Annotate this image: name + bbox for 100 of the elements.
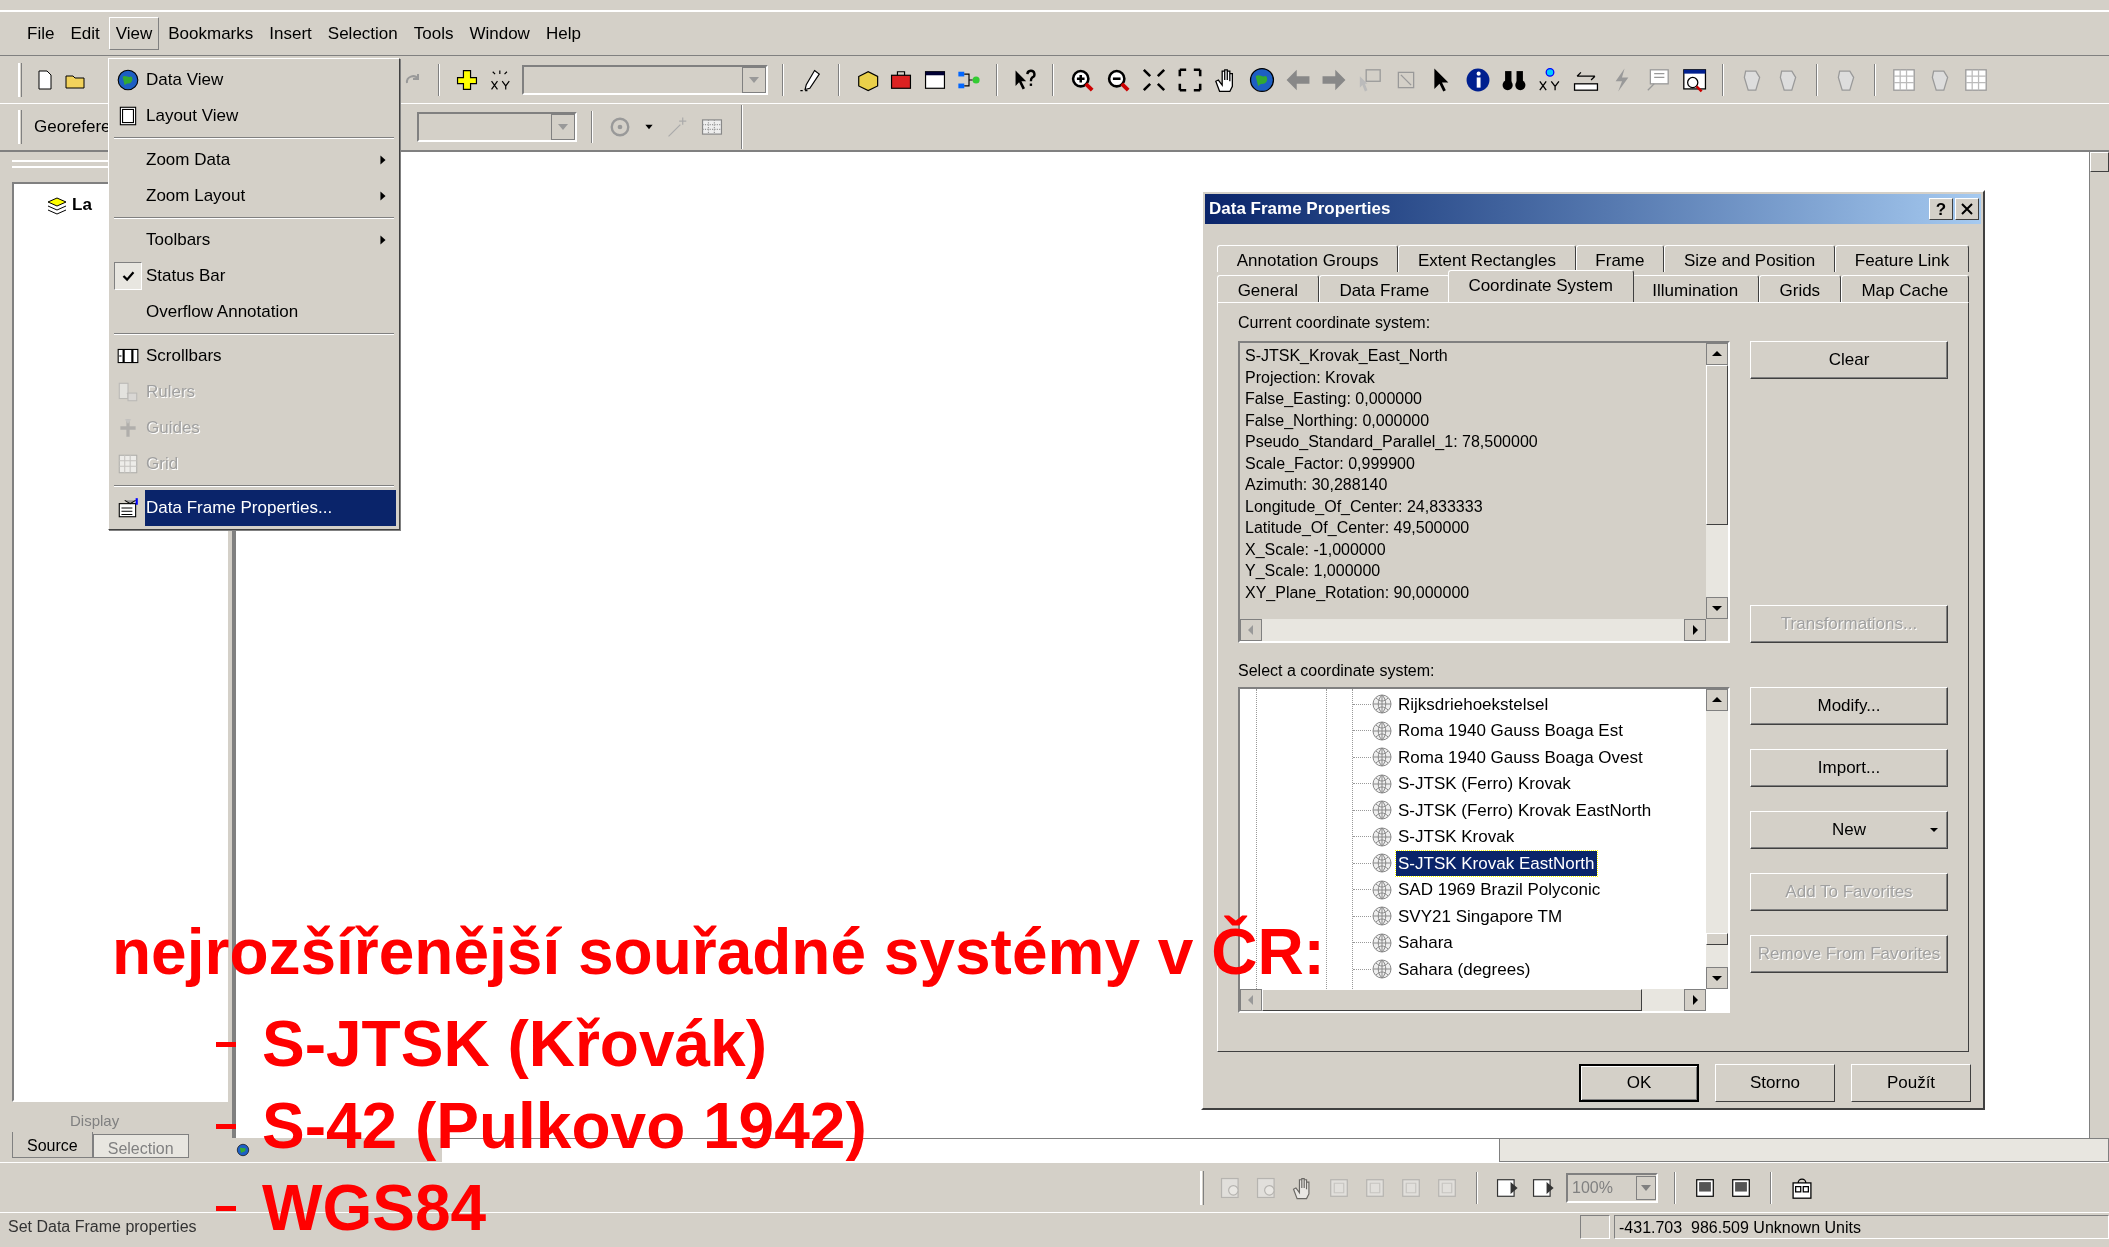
- tab[interactable]: Illumination: [1631, 275, 1759, 302]
- menu-item[interactable]: Scrollbars: [145, 338, 396, 374]
- coordinates-readout: -431.703 986.509 Unknown Units: [1614, 1215, 2109, 1239]
- details-line: Projection: Krovak: [1245, 367, 1376, 388]
- scroll-right-icon[interactable]: [1684, 619, 1706, 641]
- side-button[interactable]: Import...: [1750, 749, 1948, 787]
- tab[interactable]: Coordinate System: [1447, 270, 1634, 302]
- vertical-scrollbar[interactable]: [2089, 152, 2109, 1138]
- globe-icon[interactable]: [116, 68, 140, 92]
- details-line: Scale_Factor: 0,999900: [1245, 453, 1416, 474]
- menu-item[interactable]: Help: [538, 16, 588, 51]
- globe-icon[interactable]: [1248, 65, 1276, 94]
- side-button[interactable]: Modify...: [1750, 687, 1948, 725]
- menu-item[interactable]: Tools: [406, 16, 461, 51]
- bullet-dash: [216, 1206, 236, 1212]
- tree-item[interactable]: S-JTSK (Ferro) Krovak: [1396, 771, 1573, 797]
- tree-item[interactable]: Rijksdriehoekstelsel: [1396, 691, 1551, 717]
- bullet-dash: [216, 1124, 236, 1130]
- tree-item[interactable]: SVY21 Singapore TM: [1396, 903, 1565, 929]
- tree-item[interactable]: Roma 1940 Gauss Boaga Est: [1396, 718, 1625, 744]
- close-icon: [1961, 203, 1973, 215]
- caret-icon: [1929, 827, 1939, 833]
- tab[interactable]: General: [1217, 275, 1319, 302]
- tab[interactable]: Feature Link: [1835, 245, 1969, 272]
- properties-icon[interactable]: [116, 496, 140, 520]
- dialog-title: Data Frame Properties: [1209, 198, 1391, 221]
- menu-item[interactable]: Selection: [320, 16, 405, 51]
- tab[interactable]: Frame: [1575, 245, 1665, 272]
- scroll-left-icon[interactable]: [1240, 989, 1262, 1011]
- menu-item[interactable]: File: [20, 16, 62, 51]
- details-line: Latitude_Of_Center: 49,500000: [1245, 518, 1471, 538]
- scrollbar-thumb[interactable]: [1706, 933, 1728, 945]
- scrollbar-thumb[interactable]: [1706, 365, 1728, 525]
- tab[interactable]: Annotation Groups: [1217, 245, 1399, 272]
- close-button[interactable]: [1955, 198, 1979, 220]
- clear-button[interactable]: Clear: [1750, 341, 1948, 379]
- menu-item[interactable]: Zoom Layout: [145, 178, 396, 214]
- layer-label[interactable]: La: [72, 192, 92, 218]
- details-line: False_Easting: 0,000000: [1245, 389, 1423, 409]
- vertical-scrollbar[interactable]: [1706, 343, 1728, 619]
- tree-item[interactable]: S-JTSK (Ferro) Krovak EastNorth: [1396, 797, 1654, 823]
- tab[interactable]: Source: [12, 1132, 93, 1158]
- menu-item[interactable]: Overflow Annotation: [145, 294, 396, 330]
- slide-heading: nejrozšířenější souřadné systémy v ČR:: [112, 914, 1325, 990]
- field-label: Select a coordinate system:: [1238, 661, 1436, 681]
- details-line: Azimuth: 30,288140: [1245, 475, 1389, 495]
- globe-icon: [1371, 693, 1393, 716]
- menu-item[interactable]: Data Frame Properties...: [145, 490, 396, 526]
- dropdown-button[interactable]: New: [1750, 811, 1948, 849]
- menu-item[interactable]: Data View: [145, 62, 396, 98]
- globe-icon: [1371, 852, 1393, 875]
- help-button[interactable]: ?: [1929, 198, 1953, 220]
- globe-icon: [1371, 931, 1393, 954]
- tree-item[interactable]: S-JTSK Krovak EastNorth: [1396, 850, 1597, 876]
- scale-combo-box[interactable]: [522, 64, 768, 95]
- scrollbar-thumb[interactable]: [1262, 989, 1642, 1011]
- bullet-dash: [216, 1042, 236, 1048]
- layer-combo-box[interactable]: [416, 112, 577, 142]
- dialog-button[interactable]: Použít: [1851, 1064, 1971, 1102]
- scroll-up-icon[interactable]: [1706, 343, 1728, 365]
- menu-item[interactable]: Toolbars: [145, 222, 396, 258]
- tree-item[interactable]: S-JTSK Krovak: [1396, 824, 1517, 850]
- horizontal-scrollbar[interactable]: [1240, 989, 1706, 1011]
- tree-item[interactable]: Roma 1940 Gauss Boaga Ovest: [1396, 744, 1645, 770]
- tab[interactable]: Grids: [1758, 275, 1841, 302]
- menu-item[interactable]: Layout View: [145, 98, 396, 134]
- horizontal-scrollbar[interactable]: [1240, 619, 1706, 641]
- scroll-down-icon[interactable]: [1706, 597, 1728, 619]
- menu-item[interactable]: Insert: [262, 16, 319, 51]
- tab[interactable]: Map Cache: [1840, 275, 1969, 302]
- scroll-left-icon[interactable]: [1240, 619, 1262, 641]
- menu-item[interactable]: Window: [462, 16, 537, 51]
- panel-label: Display: [70, 1110, 120, 1131]
- details-line: Y_Scale: 1,000000: [1245, 561, 1382, 581]
- menu-item[interactable]: Status Bar: [145, 258, 396, 294]
- tree-item[interactable]: Sahara: [1396, 930, 1455, 956]
- scroll-right-icon[interactable]: [1684, 989, 1706, 1011]
- menu-item[interactable]: Bookmarks: [161, 16, 261, 51]
- bullet-text: S-JTSK (Křovák): [262, 1008, 767, 1082]
- tree-item[interactable]: Sahara (degrees): [1396, 956, 1533, 982]
- tab[interactable]: Extent Rectangles: [1398, 245, 1576, 272]
- tab[interactable]: Data Frame: [1318, 275, 1450, 302]
- details-line: False_Northing: 0,000000: [1245, 410, 1431, 431]
- status-panel: [1580, 1215, 1610, 1239]
- scroll-up-icon[interactable]: [1706, 689, 1728, 711]
- toolbar-title: Georefere: [34, 116, 111, 139]
- tab[interactable]: Size and Position: [1664, 245, 1836, 272]
- dialog-button[interactable]: Storno: [1715, 1064, 1835, 1102]
- scroll-down-icon[interactable]: [1706, 967, 1728, 989]
- menu-item[interactable]: View: [108, 16, 160, 51]
- menu-item[interactable]: Zoom Data: [145, 142, 396, 178]
- dialog-button[interactable]: OK: [1579, 1064, 1699, 1102]
- globe-icon[interactable]: [236, 1143, 250, 1157]
- tree-item[interactable]: SAD 1969 Brazil Polyconic: [1396, 877, 1603, 903]
- globe-icon: [1371, 799, 1393, 822]
- menu-item[interactable]: Edit: [63, 16, 107, 51]
- zoom-value: 100%: [1571, 1177, 1613, 1198]
- vertical-scrollbar[interactable]: [1706, 689, 1728, 989]
- horizontal-scrollbar[interactable]: [1499, 1138, 2109, 1162]
- details-line: Longitude_Of_Center: 24,833333: [1245, 496, 1484, 517]
